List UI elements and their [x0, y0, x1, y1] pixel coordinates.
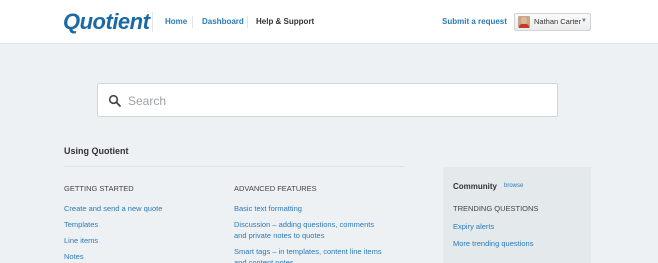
article-link[interactable]: Notes [64, 251, 214, 262]
quotient-logo[interactable]: Quotient [63, 9, 150, 35]
article-link[interactable]: Discussion – adding questions, comments … [234, 219, 384, 241]
advanced-features-heading: ADVANCED FEATURES [234, 184, 317, 193]
chevron-down-icon: ▼ [581, 18, 587, 24]
nav-separator [247, 16, 248, 28]
section-divider [64, 166, 404, 167]
search-box[interactable] [97, 83, 558, 117]
advanced-features-list: Basic text formatting Discussion – addin… [234, 203, 384, 263]
article-link[interactable]: Create and send a new quote [64, 203, 214, 214]
nav-separator [192, 16, 193, 28]
top-navigation-bar: Quotient Home Dashboard Help & Support S… [0, 0, 658, 44]
user-menu-dropdown[interactable]: Nathan Carter ▼ [514, 13, 591, 31]
getting-started-heading: GETTING STARTED [64, 184, 134, 193]
article-link[interactable]: Line items [64, 235, 214, 246]
community-panel: Community browse TRENDING QUESTIONS Expi… [443, 167, 591, 263]
getting-started-list: Create and send a new quote Templates Li… [64, 203, 214, 263]
article-link[interactable]: Basic text formatting [234, 203, 384, 214]
nav-divider [152, 12, 153, 32]
community-browse-link[interactable]: browse [504, 183, 523, 189]
trending-question-link[interactable]: Expiry alerts [453, 222, 494, 231]
user-avatar [518, 16, 530, 28]
nav-help-support-link[interactable]: Help & Support [256, 17, 314, 26]
article-link[interactable]: Templates [64, 219, 214, 230]
more-trending-questions-link[interactable]: More trending questions [453, 239, 533, 248]
community-title: Community [453, 182, 497, 191]
section-title: Using Quotient [64, 146, 129, 156]
avatar-face [521, 17, 527, 24]
search-icon [108, 94, 121, 107]
avatar-shirt [519, 24, 529, 28]
nav-home-link[interactable]: Home [165, 17, 187, 26]
trending-questions-heading: TRENDING QUESTIONS [453, 204, 539, 213]
user-name: Nathan Carter [534, 17, 582, 26]
nav-dashboard-link[interactable]: Dashboard [202, 17, 244, 26]
article-link[interactable]: Smart tags – in templates, content line … [234, 246, 384, 263]
search-input[interactable] [128, 92, 548, 110]
submit-request-link[interactable]: Submit a request [442, 17, 507, 26]
